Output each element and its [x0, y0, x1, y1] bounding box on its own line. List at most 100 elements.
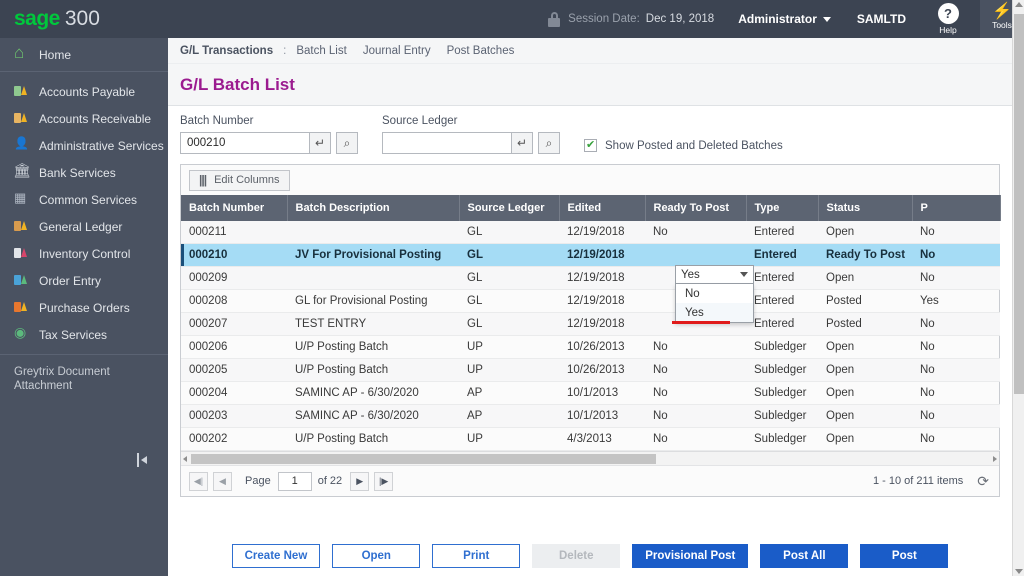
column-header-batch-description[interactable]: Batch Description [287, 195, 460, 221]
sidebar-item-accounts-receivable[interactable]: Accounts Receivable [0, 105, 168, 132]
cell-source-ledger: GL [459, 289, 559, 313]
action-button-bar: Create New Open Print Delete Provisional… [168, 536, 1012, 576]
batch-number-enter-button[interactable]: ↵ [309, 132, 331, 154]
column-header-ready-to-post[interactable]: Ready To Post [645, 195, 747, 221]
source-ledger-label: Source Ledger [382, 115, 458, 127]
breadcrumb: G/L Transactions : Batch List Journal En… [168, 38, 1012, 64]
sage300-logo[interactable]: sage 300 [14, 7, 100, 31]
page-number-input[interactable] [277, 471, 312, 491]
batch-number-input[interactable] [180, 132, 309, 154]
source-ledger-search-button[interactable]: ⌕ [538, 132, 560, 154]
batch-number-search-button[interactable]: ⌕ [336, 132, 358, 154]
scroll-down-arrow-icon[interactable] [1015, 569, 1023, 574]
grid-horizontal-scrollbar[interactable] [181, 451, 999, 465]
page-scrollbar[interactable] [1012, 0, 1024, 576]
table-row[interactable]: 000205 U/P Posting Batch UP 10/26/2013 No Sub… [181, 358, 1000, 382]
post-button[interactable]: Post [860, 544, 949, 568]
batch-number-filter: Batch Number ↵ ⌕ [180, 115, 358, 154]
sidebar-collapse-handle[interactable] [137, 450, 159, 470]
cell-source-ledger: GL [459, 312, 559, 336]
breadcrumb-link-journal-entry[interactable]: Journal Entry [363, 45, 431, 57]
sidebar-item-label: Bank Services [39, 165, 116, 180]
sidebar-item-greytrix-document-attachment[interactable]: Greytrix Document Attachment [0, 355, 150, 393]
dropdown-option-yes-label: Yes [685, 306, 704, 319]
columns-icon: ||| [199, 173, 207, 187]
chart-icon [14, 274, 30, 288]
column-header-status[interactable]: Status [818, 195, 913, 221]
sidebar-item-label: Home [39, 47, 72, 62]
sidebar-item-bank-services[interactable]: Bank Services [0, 159, 168, 186]
sidebar-item-general-ledger[interactable]: General Ledger [0, 213, 168, 240]
table-row[interactable]: 000210 JV For Provisional Posting GL 12/19/… [181, 243, 1000, 267]
edit-columns-button[interactable]: ||| Edit Columns [189, 169, 290, 191]
ready-to-post-dropdown-value[interactable]: Yes [675, 265, 754, 284]
dropdown-option-yes[interactable]: Yes [672, 303, 753, 324]
cell-type: Subledger [746, 358, 818, 382]
column-header-source-ledger[interactable]: Source Ledger [459, 195, 560, 221]
page-title: G/L Batch List [180, 74, 295, 94]
sidebar-item-tax-services[interactable]: Tax Services [0, 321, 168, 348]
sidebar-item-purchase-orders[interactable]: Purchase Orders [0, 294, 168, 321]
cell-edited: 12/19/2018 [559, 312, 645, 336]
h-scrollbar-thumb[interactable] [191, 454, 656, 464]
breadcrumb-link-post-batches[interactable]: Post Batches [447, 45, 515, 57]
cell-batch-description: U/P Posting Batch [287, 335, 459, 359]
scroll-left-arrow-icon[interactable] [183, 456, 187, 462]
sidebar-item-common-services[interactable]: Common Services [0, 186, 168, 213]
table-row[interactable]: 000206 U/P Posting Batch UP 10/26/2013 No Sub… [181, 335, 1000, 359]
cell-batch-number: 000205 [181, 358, 287, 382]
create-new-button[interactable]: Create New [231, 544, 321, 568]
sage300-batch-list-screen: sage 300 Session Date: Dec 19, 2018 Admi… [0, 0, 1024, 576]
table-row[interactable]: 000203 SAMINC AP - 6/30/2020 AP 10/1/2013 No… [181, 404, 1000, 428]
sidebar-item-home[interactable]: Home [0, 38, 168, 72]
cell-edited: 12/19/2018 [559, 243, 645, 267]
table-row[interactable]: 000204 SAMINC AP - 6/30/2020 AP 10/1/2013 No… [181, 381, 1000, 405]
refresh-icon[interactable]: ⟳ [977, 473, 989, 490]
cell-status: Ready To Post [818, 243, 912, 267]
sidebar-item-label: General Ledger [39, 219, 123, 234]
column-header-edited[interactable]: Edited [559, 195, 646, 221]
column-header-posted[interactable]: P [912, 195, 1001, 221]
cell-posted: Yes [912, 289, 1000, 313]
help-button[interactable]: ? Help [930, 3, 966, 35]
source-ledger-enter-button[interactable]: ↵ [511, 132, 533, 154]
show-posted-checkbox-row[interactable]: Show Posted and Deleted Batches [584, 138, 783, 154]
sidebar-item-order-entry[interactable]: Order Entry [0, 267, 168, 294]
table-row[interactable]: 000208 GL for Provisional Posting GL 12/19/… [181, 289, 1000, 313]
sidebar-item-label: Tax Services [39, 327, 108, 342]
scroll-up-arrow-icon[interactable] [1015, 2, 1023, 7]
print-button[interactable]: Print [432, 544, 521, 568]
last-page-button[interactable]: |▶ [374, 471, 394, 491]
cell-batch-description [287, 221, 459, 244]
column-header-batch-number[interactable]: Batch Number [181, 195, 288, 221]
scroll-right-arrow-icon[interactable] [993, 456, 997, 462]
grid-pager: ◀| ◀ Page of 22 ▶ |▶ 1 - 10 of 211 items… [181, 465, 999, 496]
table-row[interactable]: 000207 TEST ENTRY GL 12/19/2018 Entered Poste… [181, 312, 1000, 336]
first-page-button[interactable]: ◀| [189, 471, 208, 491]
administrator-menu[interactable]: Administrator [738, 12, 831, 26]
table-row[interactable]: 000209 GL 12/19/2018 Entered Open No [181, 266, 1000, 290]
source-ledger-input[interactable] [382, 132, 511, 154]
breadcrumb-link-batch-list[interactable]: Batch List [296, 45, 347, 57]
post-all-button[interactable]: Post All [760, 544, 849, 568]
column-header-type[interactable]: Type [746, 195, 819, 221]
cell-source-ledger: GL [459, 243, 559, 267]
table-row[interactable]: 000202 U/P Posting Batch UP 4/3/2013 No Suble… [181, 427, 1000, 451]
session-date-value[interactable]: Dec 19, 2018 [646, 13, 714, 25]
provisional-post-button[interactable]: Provisional Post [632, 544, 749, 568]
dropdown-option-no[interactable]: No [676, 284, 753, 303]
cell-type: Subledger [746, 427, 818, 451]
scrollbar-thumb[interactable] [1014, 14, 1024, 394]
ready-to-post-dropdown[interactable]: Yes No Yes [672, 265, 754, 324]
sidebar-item-inventory-control[interactable]: Inventory Control [0, 240, 168, 267]
previous-page-button[interactable]: ◀ [213, 471, 232, 491]
cell-posted: No [912, 221, 1000, 244]
open-button[interactable]: Open [332, 544, 421, 568]
sidebar-item-label: Administrative Services [39, 138, 164, 153]
sidebar-item-administrative-services[interactable]: Administrative Services [0, 132, 168, 159]
show-posted-checkbox[interactable] [584, 138, 597, 152]
next-page-button[interactable]: ▶ [350, 471, 370, 491]
table-row[interactable]: 000211 GL 12/19/2018 No Entered Open No [181, 221, 1000, 244]
sidebar-item-accounts-payable[interactable]: Accounts Payable [0, 78, 168, 105]
cell-posted: No [912, 381, 1000, 405]
